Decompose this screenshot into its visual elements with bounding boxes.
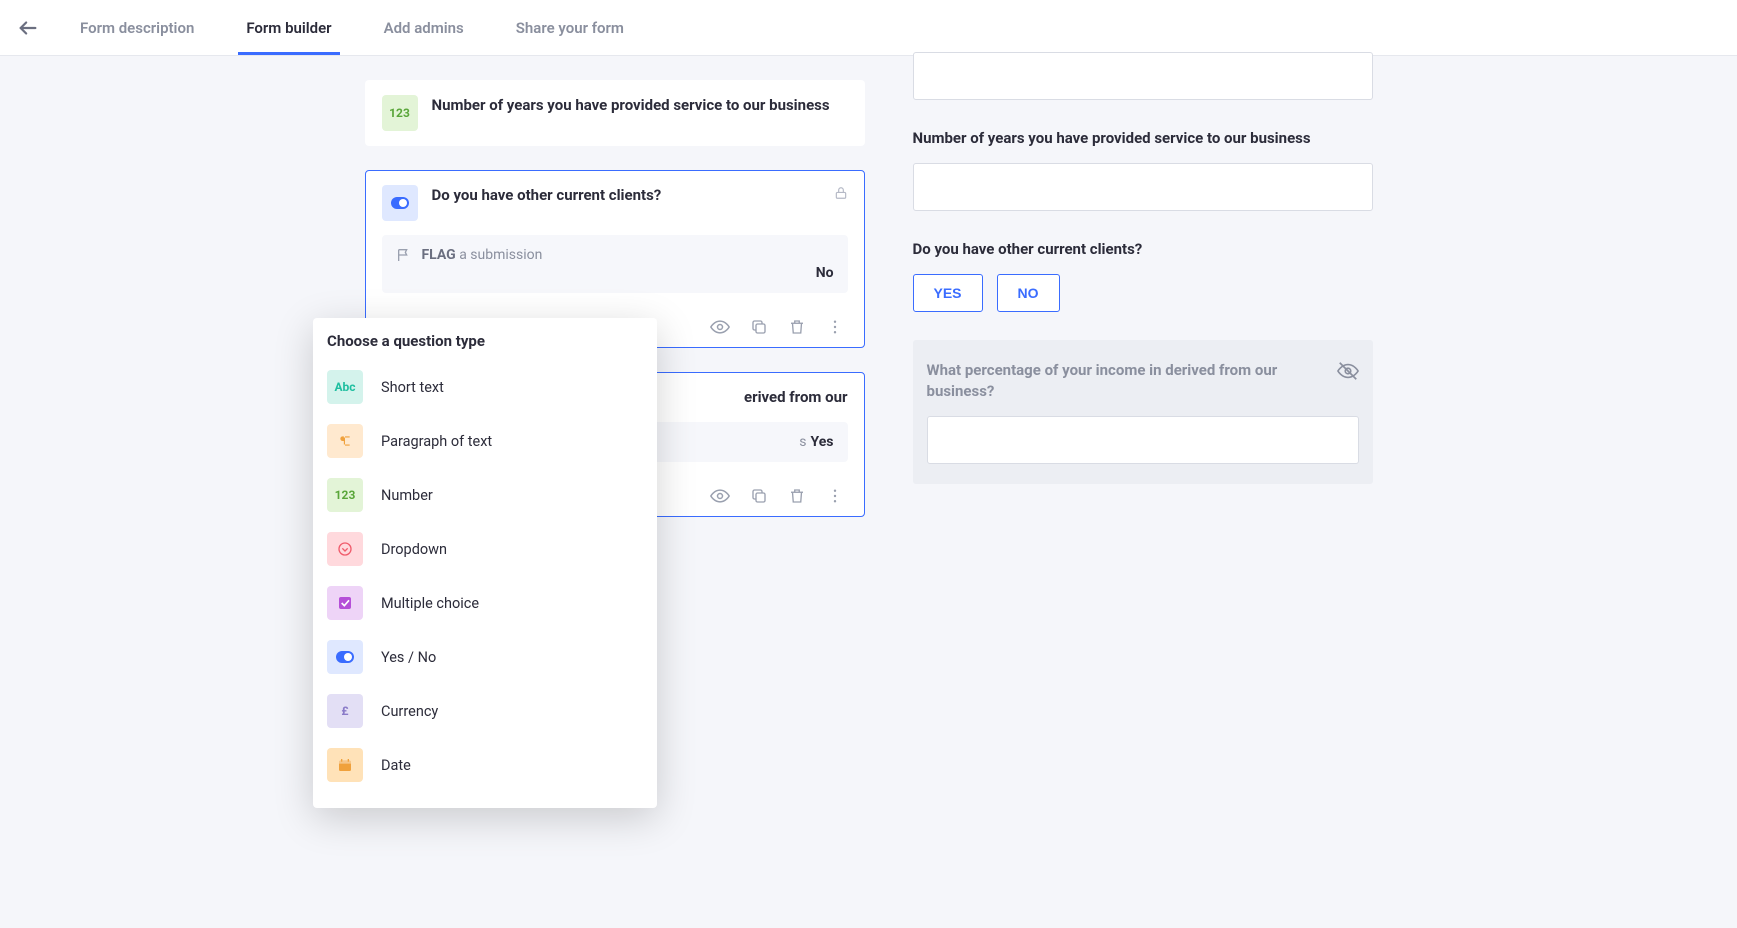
flag-icon xyxy=(396,247,412,263)
preview-label: Number of years you have provided servic… xyxy=(913,128,1373,149)
question-type-popup: Choose a question type Abc Short text Pa… xyxy=(313,318,657,808)
lock-icon xyxy=(834,185,848,201)
question-title: Do you have other current clients? xyxy=(432,185,820,206)
date-icon xyxy=(327,748,363,782)
qtype-label: Date xyxy=(381,757,411,774)
dropdown-icon xyxy=(327,532,363,566)
visibility-toggle[interactable] xyxy=(710,486,730,506)
visibility-toggle[interactable] xyxy=(710,317,730,337)
qtype-dropdown[interactable]: Dropdown xyxy=(313,522,657,576)
flag-answer-yes: Yes xyxy=(811,434,834,450)
delete-button[interactable] xyxy=(788,317,806,337)
yesno-icon xyxy=(327,640,363,674)
preview-input-truncated[interactable] xyxy=(913,52,1373,100)
yesno-type-chip xyxy=(382,185,418,221)
qtype-label: Dropdown xyxy=(381,541,447,558)
qtype-paragraph[interactable]: Paragraph of text xyxy=(313,414,657,468)
preview-no-button[interactable]: NO xyxy=(997,274,1060,312)
copy-icon xyxy=(750,318,768,336)
eye-icon xyxy=(710,486,730,506)
page-body: 123 Number of years you have provided se… xyxy=(0,56,1737,517)
number-type-chip: 123 xyxy=(382,95,418,131)
preview-input-percent[interactable] xyxy=(927,416,1359,464)
copy-icon xyxy=(750,487,768,505)
flag-label: FLAG xyxy=(422,247,456,263)
flag-answer-no: No xyxy=(816,265,834,281)
paragraph-icon xyxy=(327,424,363,458)
duplicate-button[interactable] xyxy=(750,317,768,337)
qtype-label: Currency xyxy=(381,703,438,720)
duplicate-button[interactable] xyxy=(750,486,768,506)
flag-prefix-fragment: s xyxy=(799,434,806,450)
question-title: Number of years you have provided servic… xyxy=(432,95,848,116)
currency-icon: £ xyxy=(327,694,363,728)
qtype-date[interactable]: Date xyxy=(313,738,657,792)
qtype-number[interactable]: 123 Number xyxy=(313,468,657,522)
popup-title: Choose a question type xyxy=(313,318,657,360)
tabs: Form description Form builder Add admins… xyxy=(72,1,632,55)
short-text-icon: Abc xyxy=(327,370,363,404)
tab-share-form[interactable]: Share your form xyxy=(508,1,632,55)
flag-rule-box[interactable]: FLAG a submission No xyxy=(382,235,848,293)
tab-form-builder[interactable]: Form builder xyxy=(238,1,339,55)
eye-icon xyxy=(710,317,730,337)
preview-column: Number of years you have provided servic… xyxy=(913,80,1373,517)
qtype-label: Yes / No xyxy=(381,649,436,666)
qtype-multiple-choice[interactable]: Multiple choice xyxy=(313,576,657,630)
back-button[interactable] xyxy=(12,12,44,44)
tab-add-admins[interactable]: Add admins xyxy=(376,1,472,55)
question-card-years[interactable]: 123 Number of years you have provided se… xyxy=(365,80,865,146)
more-vertical-icon xyxy=(826,487,844,505)
tab-form-description[interactable]: Form description xyxy=(72,1,202,55)
qtype-currency[interactable]: £ Currency xyxy=(313,684,657,738)
qtype-label: Paragraph of text xyxy=(381,433,492,450)
preview-input-years[interactable] xyxy=(913,163,1373,211)
eye-off-icon xyxy=(1337,360,1359,382)
preview-block-percent-hidden: What percentage of your income in derive… xyxy=(913,340,1373,484)
flag-rest: a submission xyxy=(456,247,543,263)
question-type-list[interactable]: Abc Short text Paragraph of text 123 Num… xyxy=(313,360,657,808)
qtype-label: Multiple choice xyxy=(381,595,479,612)
more-vertical-icon xyxy=(826,318,844,336)
preview-yes-button[interactable]: YES xyxy=(913,274,983,312)
preview-label: What percentage of your income in derive… xyxy=(927,360,1325,402)
preview-label: Do you have other current clients? xyxy=(913,239,1373,260)
multiple-choice-icon xyxy=(327,586,363,620)
preview-block-clients: Do you have other current clients? YES N… xyxy=(913,239,1373,312)
delete-button[interactable] xyxy=(788,486,806,506)
qtype-label: Short text xyxy=(381,379,444,396)
preview-block-years: Number of years you have provided servic… xyxy=(913,128,1373,211)
number-icon: 123 xyxy=(327,478,363,512)
hidden-indicator xyxy=(1337,360,1359,416)
more-button[interactable] xyxy=(826,486,844,506)
qtype-yesno[interactable]: Yes / No xyxy=(313,630,657,684)
trash-icon xyxy=(788,487,806,505)
trash-icon xyxy=(788,318,806,336)
more-button[interactable] xyxy=(826,317,844,337)
toggle-icon xyxy=(391,197,409,209)
qtype-label: Number xyxy=(381,487,433,504)
arrow-left-icon xyxy=(17,17,39,39)
qtype-short-text[interactable]: Abc Short text xyxy=(313,360,657,414)
top-bar: Form description Form builder Add admins… xyxy=(0,0,1737,56)
